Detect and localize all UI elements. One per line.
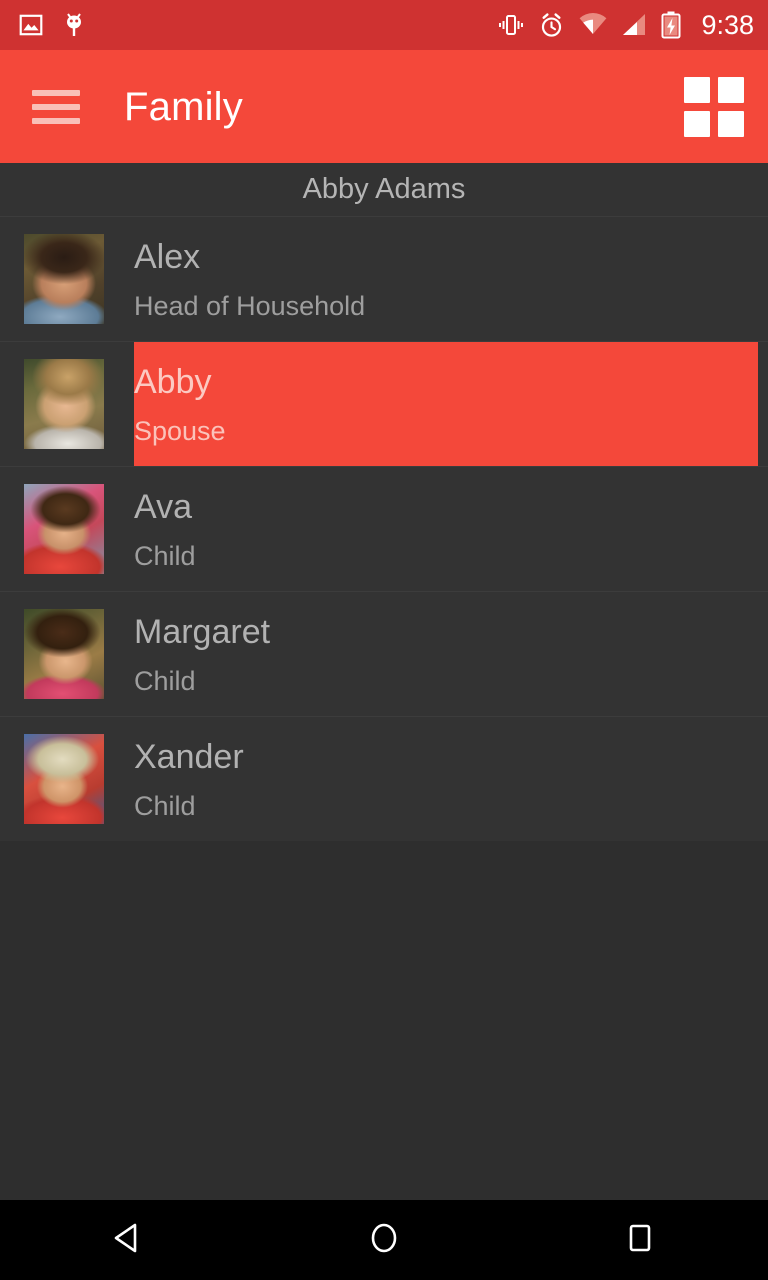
avatar — [24, 484, 104, 574]
member-name: Xander — [134, 738, 244, 776]
list-item-texts: Alex Head of Household — [134, 217, 768, 341]
system-navigation-bar — [0, 1200, 768, 1280]
member-role: Head of Household — [134, 291, 366, 321]
list-item[interactable]: Ava Child — [0, 466, 768, 591]
battery-charging-icon — [661, 11, 681, 39]
avatar — [24, 609, 104, 699]
list-item[interactable]: Xander Child — [0, 716, 768, 841]
list-item-selected[interactable]: Abby Spouse — [0, 341, 768, 466]
list-item[interactable]: Margaret Child — [0, 591, 768, 716]
android-debug-bug-icon — [62, 11, 86, 39]
home-circle-icon — [365, 1219, 403, 1262]
page-title: Family — [124, 84, 243, 129]
alarm-clock-icon — [538, 12, 565, 39]
recents-square-icon — [621, 1219, 659, 1262]
avatar — [24, 359, 104, 449]
member-name: Margaret — [134, 613, 271, 651]
status-bar-right-icons: 9:38 — [498, 10, 754, 41]
recents-button[interactable] — [512, 1200, 768, 1280]
status-bar: 9:38 — [0, 0, 768, 50]
member-name: Abby — [134, 363, 212, 401]
avatar — [24, 734, 104, 824]
member-role: Child — [134, 791, 196, 821]
vibrate-icon — [498, 12, 524, 38]
list-item-texts: Margaret Child — [134, 592, 768, 716]
status-bar-clock: 9:38 — [701, 9, 754, 40]
back-triangle-icon — [109, 1219, 147, 1262]
member-name: Ava — [134, 488, 192, 526]
grid-view-icon[interactable] — [684, 76, 744, 137]
list-item[interactable]: Alex Head of Household — [0, 216, 768, 341]
list-empty-area — [0, 841, 768, 1200]
wifi-icon — [579, 13, 607, 37]
member-name: Alex — [134, 238, 201, 276]
home-button[interactable] — [256, 1200, 512, 1280]
member-role: Child — [134, 666, 196, 696]
app-bar: Family — [0, 50, 768, 163]
cellular-signal-icon — [621, 13, 647, 37]
list-item-texts: Xander Child — [134, 717, 768, 841]
hamburger-menu-icon[interactable] — [32, 89, 80, 124]
avatar — [24, 234, 104, 324]
member-role: Spouse — [134, 416, 226, 446]
family-member-list: Abby Adams Alex Head of Household Abby S… — [0, 163, 768, 1200]
screenshot-image-icon — [18, 12, 44, 38]
list-header-title: Abby Adams — [0, 163, 768, 216]
status-bar-left-icons — [18, 11, 86, 39]
back-button[interactable] — [0, 1200, 256, 1280]
member-role: Child — [134, 541, 196, 571]
android-screen: 9:38 Family Abby Adams Alex Head of Hous… — [0, 0, 768, 1280]
list-item-texts: Ava Child — [134, 467, 768, 591]
list-item-texts-selected: Abby Spouse — [134, 342, 758, 466]
